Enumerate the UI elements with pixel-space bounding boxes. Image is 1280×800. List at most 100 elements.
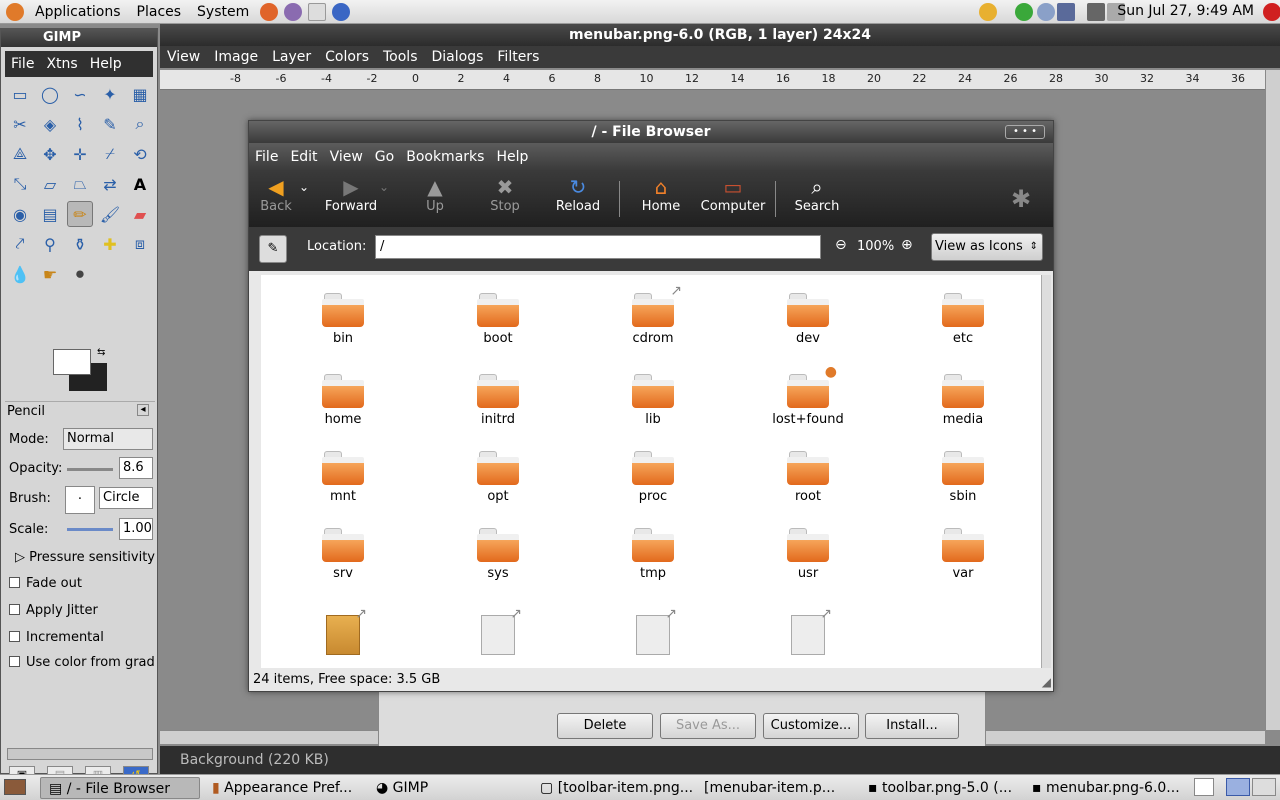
delete-button[interactable]: Delete bbox=[557, 713, 653, 739]
eraser-icon[interactable]: ▰ bbox=[127, 201, 153, 227]
brush-preview[interactable]: · bbox=[65, 486, 95, 514]
paths-icon[interactable]: ⌇ bbox=[67, 111, 93, 137]
fb-menu-go[interactable]: Go bbox=[369, 149, 400, 165]
folder-item[interactable]: ● lost+found bbox=[748, 364, 868, 427]
help-icon[interactable] bbox=[332, 2, 351, 21]
task-menubar-png[interactable]: ▪ menubar.png-6.0... bbox=[1024, 777, 1184, 799]
pressure-expander[interactable]: ▷ Pressure sensitivity bbox=[15, 550, 155, 565]
folder-item[interactable]: srv bbox=[283, 528, 403, 581]
fade-out-checkbox[interactable]: Fade out bbox=[9, 576, 82, 591]
folder-item[interactable]: usr bbox=[748, 528, 868, 581]
workspace-1[interactable] bbox=[1226, 778, 1250, 796]
align-icon[interactable]: ✛ bbox=[67, 141, 93, 167]
heal-icon[interactable]: ✚ bbox=[97, 231, 123, 257]
ellipse-select-icon[interactable]: ◯ bbox=[37, 81, 63, 107]
clone-icon[interactable]: ⚱ bbox=[67, 231, 93, 257]
ubuntu-logo-icon[interactable] bbox=[6, 2, 24, 21]
zoom-level[interactable]: 100% bbox=[857, 239, 894, 254]
show-desktop-icon[interactable] bbox=[4, 779, 26, 795]
folder-item[interactable]: root bbox=[748, 451, 868, 504]
folder-item[interactable]: proc bbox=[593, 451, 713, 504]
toolbox-menu-file[interactable]: File bbox=[5, 56, 40, 72]
fb-menu-bookmarks[interactable]: Bookmarks bbox=[400, 149, 490, 165]
task-gimp[interactable]: ◕ GIMP bbox=[368, 777, 528, 799]
magic-wand-icon[interactable]: ✦ bbox=[97, 81, 123, 107]
paintbrush-icon[interactable]: 🖌 bbox=[97, 201, 123, 227]
location-input[interactable]: / bbox=[375, 235, 821, 259]
rect-select-icon[interactable]: ▭ bbox=[7, 81, 33, 107]
folder-item[interactable]: sbin bbox=[903, 451, 1023, 504]
folder-item[interactable]: opt bbox=[438, 451, 558, 504]
volume-icon[interactable] bbox=[1087, 3, 1105, 21]
task-appearance-pref[interactable]: ▮ Appearance Pref... bbox=[204, 777, 364, 799]
zoom-icon[interactable]: ⌕ bbox=[127, 111, 153, 137]
fg-bg-colors[interactable]: ⇆ bbox=[53, 347, 109, 393]
scale-input[interactable]: 1.00 bbox=[119, 518, 153, 540]
measure-icon[interactable]: ⟁ bbox=[7, 141, 33, 167]
window-controls-icon[interactable]: • • • bbox=[1005, 125, 1045, 139]
opacity-slider[interactable] bbox=[67, 468, 113, 471]
menu-layer[interactable]: Layer bbox=[265, 49, 318, 65]
install-button[interactable]: Install... bbox=[865, 713, 959, 739]
keys-icon[interactable] bbox=[979, 3, 997, 21]
menu-view[interactable]: View bbox=[160, 49, 207, 65]
computer-button[interactable]: ▭ Computer bbox=[699, 175, 767, 214]
color-select-icon[interactable]: ▦ bbox=[127, 81, 153, 107]
airbrush-icon[interactable]: ⤤ bbox=[7, 231, 33, 257]
workspace-2[interactable] bbox=[1252, 778, 1276, 796]
save-as-button[interactable]: Save As... bbox=[660, 713, 756, 739]
incremental-checkbox[interactable]: Incremental bbox=[9, 630, 104, 645]
foreground-select-icon[interactable]: ◈ bbox=[37, 111, 63, 137]
signal-icon[interactable] bbox=[1057, 3, 1075, 21]
folder-item[interactable]: bin bbox=[283, 293, 403, 346]
file-icon-view[interactable]: bin boot ↗ cdrom dev etc home initrd lib ● lost+fo… bbox=[261, 275, 1041, 668]
fb-menu-help[interactable]: Help bbox=[490, 149, 534, 165]
task-file-browser[interactable]: ▤ / - File Browser bbox=[40, 777, 200, 799]
flip-icon[interactable]: ⇄ bbox=[97, 171, 123, 197]
zoom-in-icon[interactable]: ⊕ bbox=[901, 237, 913, 253]
scissors-icon[interactable]: ✂ bbox=[7, 111, 33, 137]
menu-tools[interactable]: Tools bbox=[376, 49, 425, 65]
menu-dialogs[interactable]: Dialogs bbox=[425, 49, 491, 65]
power-icon[interactable] bbox=[1263, 3, 1280, 21]
zoom-out-icon[interactable]: ⊖ bbox=[835, 237, 847, 253]
scale-slider[interactable] bbox=[67, 528, 113, 531]
applications-menu[interactable]: Applications bbox=[27, 4, 129, 20]
opacity-input[interactable]: 8.6 bbox=[119, 457, 153, 479]
system-menu[interactable]: System bbox=[189, 4, 257, 20]
toggle-location-icon[interactable]: ✎ bbox=[259, 235, 287, 263]
fb-menu-view[interactable]: View bbox=[324, 149, 369, 165]
update-icon[interactable] bbox=[1015, 3, 1033, 21]
back-history-icon[interactable]: ⌄ bbox=[297, 175, 311, 199]
task-toolbar-item[interactable]: ▢ [toolbar-item.png... bbox=[532, 777, 692, 799]
places-menu[interactable]: Places bbox=[129, 4, 190, 20]
folder-item[interactable]: boot bbox=[438, 293, 558, 346]
options-scrollbar[interactable] bbox=[7, 748, 153, 760]
perspective-clone-icon[interactable]: ⧈ bbox=[127, 231, 153, 257]
blur-icon[interactable]: 💧 bbox=[7, 261, 33, 287]
scale-icon[interactable]: ⤡ bbox=[7, 171, 33, 197]
menu-image[interactable]: Image bbox=[207, 49, 265, 65]
clock[interactable]: Sun Jul 27, 9:49 AM bbox=[1117, 3, 1254, 19]
mode-select[interactable]: Normal bbox=[63, 428, 153, 450]
fb-menu-file[interactable]: File bbox=[249, 149, 284, 165]
resize-grip-icon[interactable]: ◢ bbox=[1042, 675, 1051, 689]
perspective-icon[interactable]: ⏢ bbox=[67, 171, 93, 197]
swap-colors-icon[interactable]: ⇆ bbox=[97, 347, 105, 358]
folder-item[interactable]: dev bbox=[748, 293, 868, 346]
pidgin-icon[interactable] bbox=[284, 2, 303, 21]
menu-filters[interactable]: Filters bbox=[490, 49, 546, 65]
forward-button[interactable]: ▶ Forward bbox=[321, 175, 381, 214]
file-item[interactable]: ↗ bbox=[593, 606, 713, 655]
ink-icon[interactable]: ⚲ bbox=[37, 231, 63, 257]
horizontal-ruler[interactable]: -8 -6 -4 -2 0 2 4 6 8 10 12 14 16 18 20 22 24 26 28 30 32 34 3… bbox=[160, 70, 1280, 90]
toolbox-menu-help[interactable]: Help bbox=[84, 56, 128, 72]
notes-icon[interactable] bbox=[1194, 778, 1214, 796]
home-button[interactable]: ⌂ Home bbox=[637, 175, 685, 214]
firefox-icon[interactable] bbox=[260, 2, 279, 21]
dodge-burn-icon[interactable]: ⚫ bbox=[67, 261, 93, 287]
task-toolbar-png[interactable]: ▪ toolbar.png-5.0 (... bbox=[860, 777, 1020, 799]
color-picker-icon[interactable]: ✎ bbox=[97, 111, 123, 137]
apply-jitter-checkbox[interactable]: Apply Jitter bbox=[9, 603, 98, 618]
folder-item[interactable]: var bbox=[903, 528, 1023, 581]
